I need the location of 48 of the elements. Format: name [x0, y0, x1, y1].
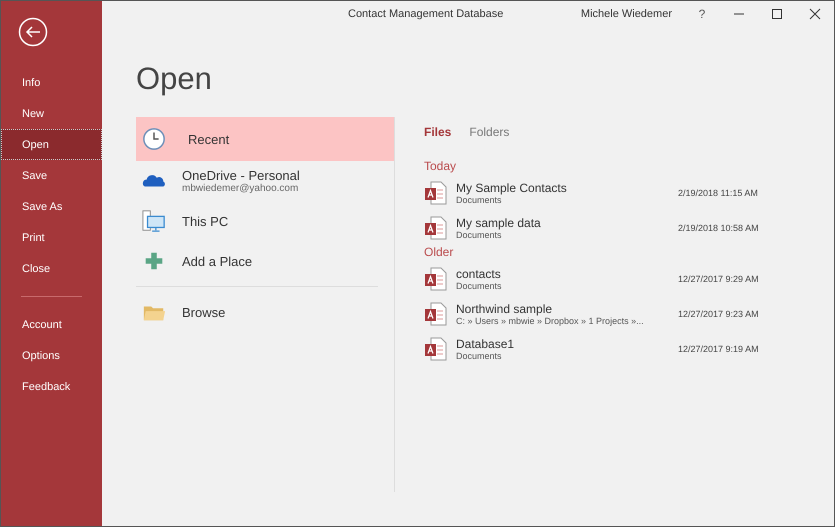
page-heading: Open — [136, 60, 213, 98]
place-item[interactable]: Recent — [136, 117, 394, 161]
file-date: 12/27/2017 9:23 AM — [678, 308, 759, 318]
sidebar-item[interactable]: Feedback — [1, 371, 102, 402]
database-file-icon — [424, 180, 448, 206]
sidebar-item[interactable]: Open — [1, 129, 102, 160]
sidebar-item[interactable]: Close — [1, 253, 102, 284]
file-name[interactable]: Database1 — [456, 336, 678, 350]
file-location: C: » Users » mbwie » Dropbox » 1 Projects »... — [456, 316, 645, 326]
database-file-icon — [424, 300, 448, 326]
file-location: Documents — [456, 280, 503, 290]
database-file-icon — [424, 266, 448, 292]
file-location: Documents — [456, 230, 503, 240]
account-email: mbwiedemer@yahoo.com — [182, 183, 300, 194]
place-name: OneDrive - Personal — [182, 168, 300, 183]
file-name[interactable]: contacts — [456, 266, 678, 280]
sidebar-item[interactable]: New — [1, 98, 102, 129]
file-name[interactable]: Northwind sample — [456, 302, 678, 316]
database-file-icon — [424, 214, 448, 240]
file-location: Documents — [456, 194, 503, 204]
sidebar-item[interactable]: Print — [1, 222, 102, 253]
database-file-icon — [424, 336, 448, 362]
file-location: Documents — [456, 350, 503, 360]
help-button[interactable]: ? — [684, 7, 720, 21]
file-name[interactable]: My sample data — [456, 216, 678, 230]
tab[interactable]: Folders — [469, 125, 510, 139]
back-icon[interactable] — [18, 17, 48, 47]
sidebar-item[interactable]: Info — [1, 67, 102, 98]
file-name[interactable]: My Sample Contacts — [456, 180, 678, 194]
place-item[interactable]: Browse — [136, 292, 394, 332]
window-title: Contact Management Database — [348, 8, 504, 20]
section-heading: Older — [424, 245, 454, 259]
computer-icon — [142, 209, 166, 233]
user-name[interactable]: Michele Wiedemer — [580, 8, 672, 20]
file-date: 12/27/2017 9:29 AM — [678, 274, 759, 284]
sidebar-item[interactable]: Account — [1, 309, 102, 340]
file-date: 12/27/2017 9:19 AM — [678, 344, 759, 354]
tab[interactable]: Files — [424, 125, 452, 139]
place-item[interactable]: OneDrive - Personal mbwiedemer@yahoo.com — [136, 161, 394, 201]
place-item[interactable]: This PC — [136, 201, 394, 241]
place-item[interactable]: Add a Place — [136, 241, 394, 281]
sidebar-item[interactable]: Save As — [1, 191, 102, 222]
clock-icon — [142, 127, 166, 151]
section-heading: Today — [424, 159, 458, 173]
sidebar-item[interactable]: Save — [1, 160, 102, 191]
file-date: 2/19/2018 11:15 AM — [678, 188, 758, 198]
sidebar-item[interactable]: Options — [1, 340, 102, 371]
file-date: 2/19/2018 10:58 AM — [678, 222, 759, 232]
